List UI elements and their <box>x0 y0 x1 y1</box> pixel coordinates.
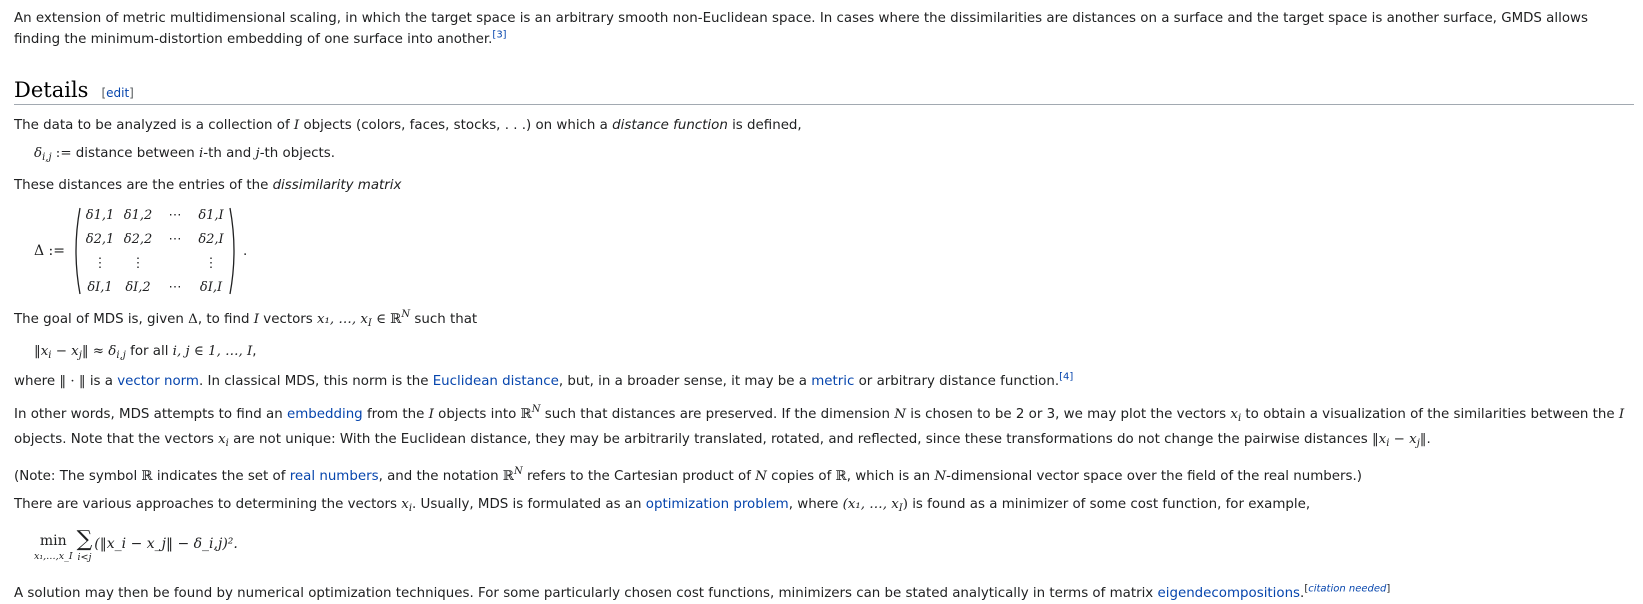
citation-needed: [citation needed] <box>1304 583 1391 595</box>
edit-link[interactable]: edit <box>106 86 129 100</box>
paragraph-dissimilarity: These distances are the entries of the d… <box>14 178 402 193</box>
article-body: An extension of metric multidimensional … <box>0 0 1643 604</box>
approximation-equation: ‖xi − xj‖ ≈ δi,j for all i, j ∈ 1, …, I, <box>34 344 257 361</box>
matrix-cell: δI,1 <box>87 279 113 295</box>
reference-3[interactable]: [3] <box>492 30 506 41</box>
metric-link[interactable]: metric <box>811 374 854 389</box>
cost-expression: (‖x_i − x_j‖ − δ_i,j)². <box>94 536 238 552</box>
section-title: Details <box>14 78 89 102</box>
paragraph-solution: A solution may then be found by numerica… <box>14 583 1391 601</box>
matrix-cell: δ2,1 <box>85 231 115 247</box>
details-heading: Details [edit] <box>14 78 1634 105</box>
definition-delta: δi,j := distance between i-th and j-th o… <box>34 146 336 163</box>
matrix-cell: δ2,2 <box>123 231 153 247</box>
dissimilarity-matrix-term: dissimilarity matrix <box>272 178 402 193</box>
intro-paragraph: An extension of metric multidimensional … <box>14 8 1629 50</box>
matrix-lhs: Δ := <box>34 243 66 259</box>
matrix-cell: δ1,I <box>198 207 224 223</box>
paragraph-other-words: In other words, MDS attempts to find an … <box>14 404 1625 449</box>
left-parenthesis <box>75 207 81 295</box>
edit-section: [edit] <box>101 86 134 100</box>
matrix-cell: ⋯ <box>168 207 182 223</box>
real-numbers-link[interactable]: real numbers <box>290 469 379 484</box>
matrix-cell: ⋯ <box>168 279 182 295</box>
matrix-cell: δI,2 <box>125 279 151 295</box>
paragraph-data-collection: The data to be analyzed is a collection … <box>14 118 802 133</box>
embedding-link[interactable]: embedding <box>287 407 363 422</box>
matrix-cell: ⋮ <box>93 255 107 271</box>
matrix-cell: ⋮ <box>204 255 218 271</box>
dissimilarity-matrix: Δ := δ1,1 δ1,2 ⋯ δ1,I δ2,1 δ2,2 ⋯ δ2,I ⋮… <box>34 202 1629 300</box>
minimization-formula: min x₁,…,x_I ∑ i<j (‖x_i − x_j‖ − δ_i,j)… <box>34 527 1629 573</box>
vector-norm-link[interactable]: vector norm <box>117 374 199 389</box>
matrix-cell: δ1,2 <box>123 207 153 223</box>
reference-4[interactable]: [4] <box>1059 372 1073 383</box>
sum-operator: ∑ i<j <box>76 527 93 563</box>
matrix-cell: δ1,1 <box>85 207 115 223</box>
paragraph-norm: where ‖ · ‖ is a vector norm. In classic… <box>14 371 1074 389</box>
matrix-cell: δI,I <box>199 279 223 295</box>
paragraph-approaches: There are various approaches to determin… <box>14 497 1311 514</box>
optimization-problem-link[interactable]: optimization problem <box>646 497 789 512</box>
euclidean-distance-link[interactable]: Euclidean distance <box>433 374 559 389</box>
matrix-cell: δ2,I <box>198 231 224 247</box>
matrix-cell: ⋯ <box>168 231 182 247</box>
right-parenthesis <box>229 207 235 295</box>
matrix-grid: δ1,1 δ1,2 ⋯ δ1,I δ2,1 δ2,2 ⋯ δ2,I ⋮ ⋮ ⋮ … <box>81 203 229 299</box>
distance-function-term: distance function <box>612 118 728 133</box>
citation-needed-link[interactable]: citation needed <box>1308 584 1386 595</box>
paragraph-note: (Note: The symbol ℝ indicates the set of… <box>14 466 1363 484</box>
matrix-cell: ⋮ <box>131 255 145 271</box>
eigendecompositions-link[interactable]: eigendecompositions <box>1158 586 1301 601</box>
min-operator: min x₁,…,x_I <box>34 533 73 562</box>
intro-text: An extension of metric multidimensional … <box>14 11 1588 47</box>
paragraph-goal: The goal of MDS is, given Δ, to find I v… <box>14 309 478 329</box>
